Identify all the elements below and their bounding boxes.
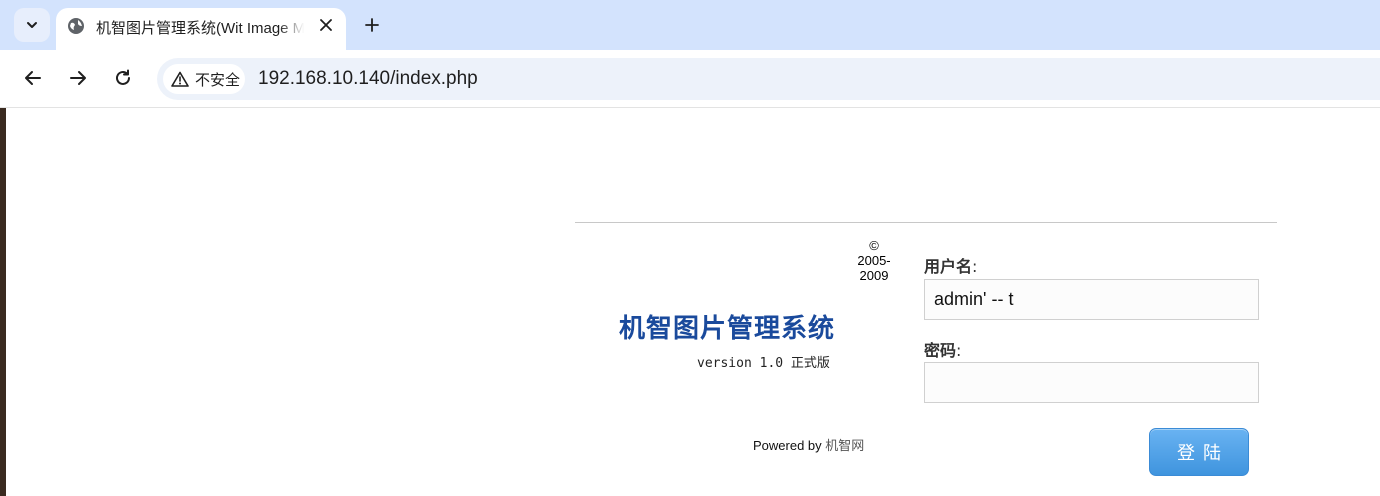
- password-label: 密码:: [924, 337, 961, 361]
- arrow-right-icon: [70, 71, 86, 85]
- browser-toolbar: 不安全 192.168.10.140/index.php: [0, 50, 1380, 108]
- copyright-notice: © 2005-2009: [857, 238, 891, 283]
- username-label-text: 用户名: [924, 257, 973, 276]
- reload-icon: [116, 69, 130, 85]
- warning-icon: [171, 71, 189, 87]
- brand-title: 机智图片管理系统: [619, 314, 836, 344]
- address-bar[interactable]: 不安全 192.168.10.140/index.php: [157, 58, 1380, 100]
- url-text[interactable]: 192.168.10.140/index.php: [258, 68, 478, 90]
- security-indicator[interactable]: 不安全: [163, 64, 245, 94]
- username-input[interactable]: [924, 279, 1259, 320]
- version-label: version 1.0 正式版: [697, 356, 830, 371]
- chevron-down-icon: [27, 22, 37, 28]
- username-label-colon: :: [972, 257, 978, 276]
- tab-title: 机智图片管理系统(Wit Image Management System): [96, 20, 304, 37]
- close-icon: [320, 19, 332, 31]
- password-label-colon: :: [956, 341, 962, 360]
- password-label-text: 密码: [924, 341, 957, 360]
- password-input[interactable]: [924, 362, 1259, 403]
- globe-icon: [68, 18, 84, 34]
- forward-button[interactable]: [64, 64, 92, 92]
- reload-button[interactable]: [109, 64, 137, 92]
- header-divider: [575, 222, 1277, 223]
- login-button[interactable]: 登陆: [1149, 428, 1249, 476]
- username-label: 用户名:: [924, 253, 977, 277]
- arrow-left-icon: [25, 71, 41, 85]
- powered-by-link[interactable]: 机智网: [825, 438, 864, 453]
- tab-close-button[interactable]: [316, 15, 336, 35]
- tab-strip: 机智图片管理系统(Wit Image Management System): [0, 0, 1380, 50]
- new-tab-button[interactable]: [360, 13, 384, 37]
- browser-tab[interactable]: 机智图片管理系统(Wit Image Management System): [56, 8, 346, 50]
- security-label: 不安全: [195, 71, 241, 89]
- back-button[interactable]: [19, 64, 47, 92]
- tab-search-button[interactable]: [14, 8, 50, 42]
- plus-icon: [365, 18, 379, 32]
- powered-by-prefix: Powered by: [753, 438, 826, 453]
- window-edge: [0, 108, 6, 496]
- powered-by: Powered by 机智网: [753, 435, 864, 454]
